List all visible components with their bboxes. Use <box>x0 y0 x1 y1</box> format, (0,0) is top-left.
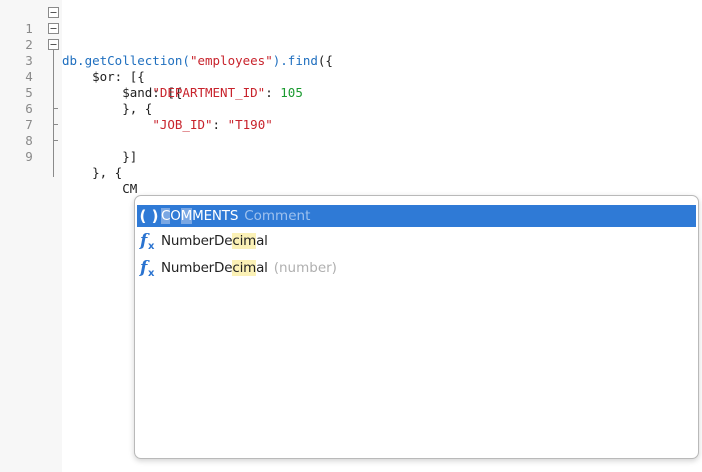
svg-text:x: x <box>148 241 155 250</box>
autocomplete-item[interactable]: fx NumberDecimal (number) <box>137 257 696 279</box>
svg-text:x: x <box>148 268 155 277</box>
code-line-5[interactable]: 5 }, { <box>0 69 702 116</box>
code-token: CM <box>62 181 138 196</box>
fold-end-icon <box>48 103 59 114</box>
code-line-6[interactable]: 6 "JOB_ID": "T190" <box>0 85 702 132</box>
code-line-8[interactable]: 8 }, { <box>0 117 702 180</box>
code-line-9[interactable]: 9 CM <box>0 133 702 196</box>
fold-minus-icon[interactable] <box>48 39 59 50</box>
autocomplete-label: NumberDecimal <box>161 260 268 276</box>
code-line-4[interactable]: 4 "DEPARTMENT_ID": 105 <box>0 53 702 100</box>
autocomplete-item[interactable]: fx NumberDecimal <box>137 230 696 252</box>
code-line-7[interactable]: 7 }] <box>0 101 702 164</box>
parentheses-icon: ( ) <box>139 207 159 225</box>
code-text: }, { <box>62 165 122 181</box>
code-text: }] <box>62 149 137 165</box>
code-token: }, { <box>62 165 123 180</box>
code-text: CM <box>62 181 137 197</box>
code-line-3[interactable]: 3 $and: [{ <box>0 37 702 100</box>
autocomplete-label: COMMENTS <box>161 208 239 224</box>
code-line-1[interactable]: 1 db.getCollection("employees").find({ <box>0 5 702 68</box>
autocomplete-label: NumberDecimal <box>161 233 268 249</box>
code-token: }] <box>62 149 138 164</box>
function-icon: fx <box>137 230 161 252</box>
fold-end-icon <box>48 119 59 130</box>
fold-end-icon <box>48 135 59 146</box>
function-icon: fx <box>137 257 161 279</box>
autocomplete-popup[interactable]: ( ) COMMENTS Comment fx NumberDecimal fx… <box>134 195 699 459</box>
autocomplete-hint: (number) <box>273 260 337 276</box>
code-line-2[interactable]: 2 $or: [{ <box>0 21 702 84</box>
fold-minus-icon[interactable] <box>48 7 59 18</box>
autocomplete-hint: Comment <box>244 208 311 224</box>
autocomplete-item[interactable]: ( ) COMMENTS Comment <box>137 205 696 227</box>
line-number: 9 <box>25 149 33 164</box>
fold-minus-icon[interactable] <box>48 23 59 34</box>
